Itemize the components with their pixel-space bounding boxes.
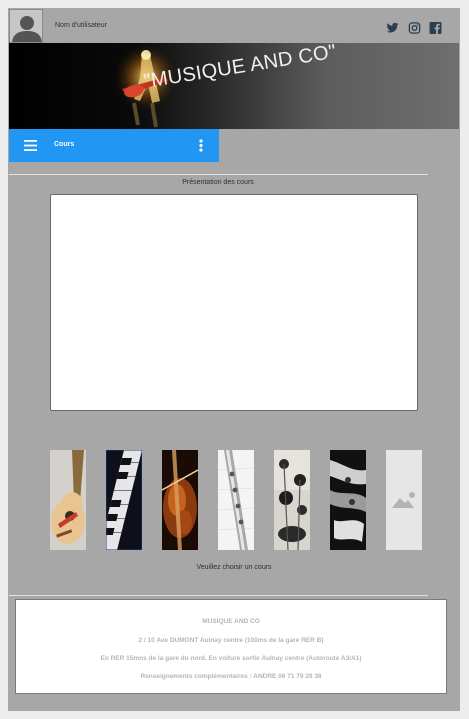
top-bar: Nom d'utilisateur xyxy=(8,8,460,43)
footer-directions: En RER 15mns de la gare du nord. En voit… xyxy=(100,655,362,662)
violin-image[interactable] xyxy=(162,450,198,550)
choose-course-label: Veuillez choisir un cours xyxy=(196,564,272,571)
user-avatar-icon[interactable] xyxy=(9,9,43,43)
course-presentation-panel xyxy=(50,194,418,411)
more-vert-icon[interactable] xyxy=(199,139,203,152)
banner: "MUSIQUE AND CO" xyxy=(9,43,459,129)
navbar: Cours xyxy=(9,129,219,162)
footer-contact: Renseignements complémentaires : ANDRE 0… xyxy=(140,673,322,680)
username-label: Nom d'utilisateur xyxy=(55,22,107,29)
nav-title: Cours xyxy=(54,141,75,148)
drums-image[interactable] xyxy=(274,450,310,550)
menu-icon[interactable] xyxy=(24,140,37,151)
piano-image[interactable] xyxy=(106,450,142,550)
instagram-icon[interactable] xyxy=(408,21,421,35)
page: Nom d'utilisateur "MUSIQUE AND CO" Cours… xyxy=(8,8,460,711)
divider xyxy=(9,174,428,175)
flute-image[interactable] xyxy=(218,450,254,550)
courses-heading: Présentation des cours xyxy=(182,179,254,186)
footer-company-name: MUSIQUE AND CO xyxy=(202,618,260,625)
image-placeholder-icon[interactable] xyxy=(386,450,422,550)
saxophone-image[interactable] xyxy=(330,450,366,550)
divider xyxy=(9,595,428,596)
guitar-image[interactable] xyxy=(50,450,86,550)
facebook-icon[interactable] xyxy=(429,21,442,35)
footer: MUSIQUE AND CO 2 / 10 Ave DUMONT Aulnay … xyxy=(15,599,447,694)
twitter-icon[interactable] xyxy=(386,21,399,35)
footer-address: 2 / 10 Ave DUMONT Aulnay centre (100ms d… xyxy=(138,637,324,644)
